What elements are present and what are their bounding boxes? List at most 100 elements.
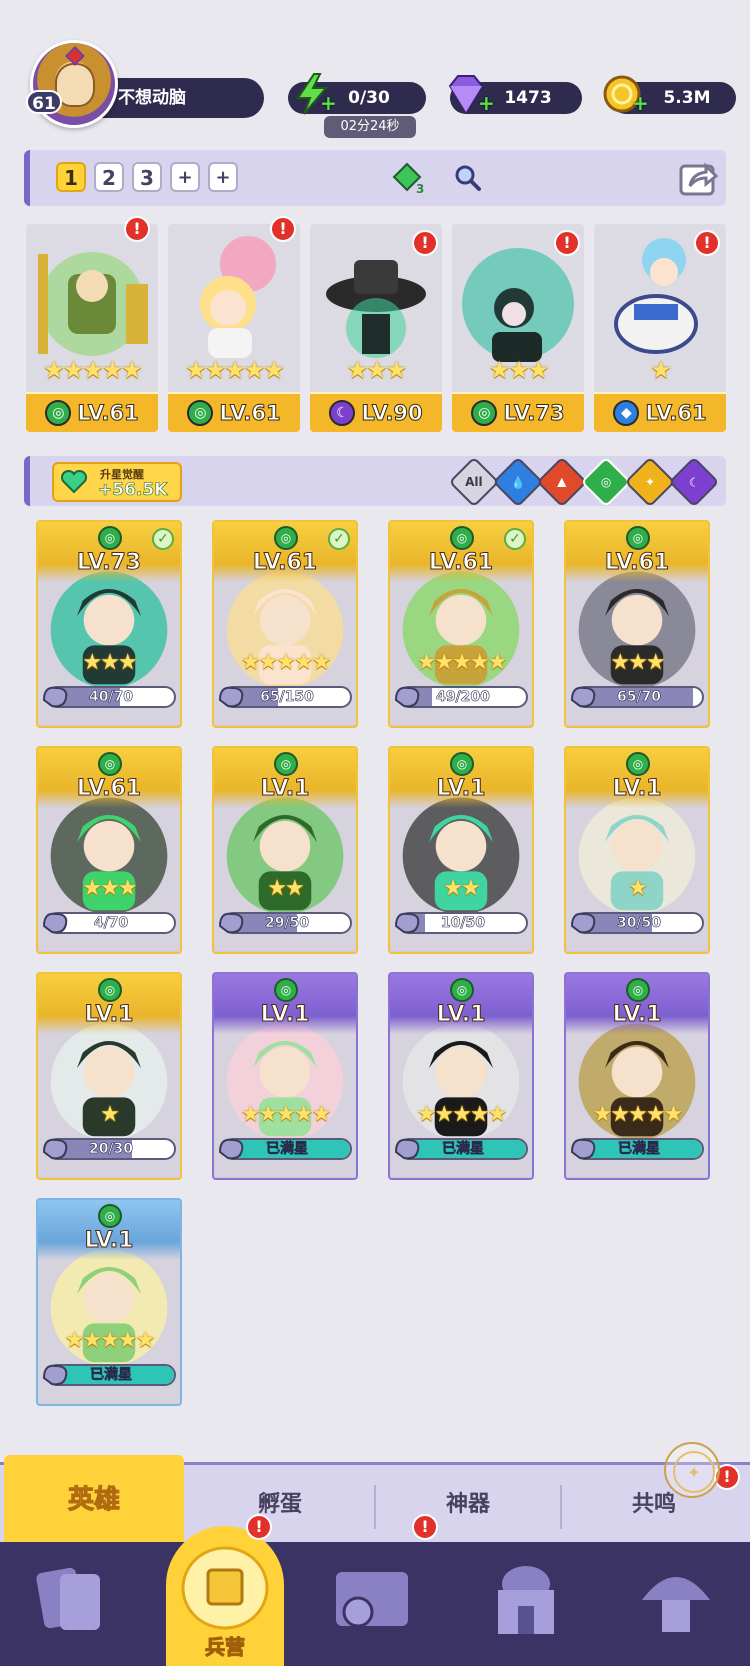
- team-slot-2[interactable]: ★★★★★ ◎ LV.61: [168, 224, 300, 432]
- checkmark-icon: ✓: [328, 528, 350, 550]
- alert-badge-icon: !: [412, 230, 438, 256]
- team-tab-1[interactable]: 1: [56, 162, 86, 192]
- hero-card[interactable]: ◎ LV.1 ★★ 10/50: [388, 746, 534, 954]
- shard-icon: [42, 1364, 68, 1386]
- cards-icon[interactable]: [30, 1560, 114, 1640]
- hero-card[interactable]: ◎ LV.1 ★★★★★ 已满星: [212, 972, 358, 1180]
- hero-level: LV.1: [84, 1002, 134, 1028]
- sparkle-button[interactable]: ✦: [664, 1442, 720, 1498]
- hero-card[interactable]: ◎ LV.61 ★★★ 65/70: [564, 520, 710, 728]
- alert-badge-icon: !: [554, 230, 580, 256]
- team-tab-2[interactable]: 2: [94, 162, 124, 192]
- nature-element-icon: ◎: [626, 752, 650, 776]
- hero-card[interactable]: ◎ LV.1 ★★★★★ 已满星: [388, 972, 534, 1180]
- alert-badge-icon: !: [124, 216, 150, 242]
- nature-element-icon: ◎: [626, 978, 650, 1002]
- hero-level: LV.61: [219, 401, 281, 426]
- awaken-button[interactable]: 升星觉醒 +56.5K: [52, 462, 182, 502]
- hero-level: LV.61: [645, 401, 707, 426]
- filter-nature[interactable]: ◎: [580, 456, 632, 508]
- alert-badge-icon: !: [246, 1514, 272, 1540]
- hero-card[interactable]: ◎ LV.61 ✓ ★★★★★ 65/150: [212, 520, 358, 728]
- light-icon: ✦: [644, 475, 656, 489]
- hero-level: LV.61: [76, 776, 142, 802]
- shard-icon: [570, 912, 596, 934]
- hero-stars: ★★★★★: [240, 1102, 332, 1127]
- team-slot-footer: ◎ LV.61: [26, 392, 158, 432]
- filter-fire[interactable]: ▲: [536, 456, 588, 508]
- tab-divider: [560, 1485, 562, 1529]
- hero-card[interactable]: ◎ LV.1 ★★ 29/50: [212, 746, 358, 954]
- hero-level: LV.1: [260, 776, 310, 802]
- player-name[interactable]: 不想动脑: [96, 78, 264, 118]
- hero-card[interactable]: ◎ LV.61 ★★★ 4/70: [36, 746, 182, 954]
- hero-stars: ★★★★★: [43, 356, 143, 384]
- team-slot-footer: ◆ LV.61: [594, 392, 726, 432]
- team-tab-3[interactable]: 3: [132, 162, 162, 192]
- hero-card[interactable]: ◎ LV.1 ★★★★★ 已满星: [36, 1198, 182, 1406]
- hero-stars: ★★★★★: [185, 356, 285, 384]
- hero-stars: ★★★: [82, 650, 137, 675]
- tab-heroes[interactable]: 英雄: [4, 1455, 184, 1549]
- hero-stars: ★: [100, 1102, 120, 1127]
- energy-plus-icon[interactable]: +: [320, 93, 337, 113]
- hero-card[interactable]: ◎ LV.73 ✓ ★★★ 40/70: [36, 520, 182, 728]
- gold-plus-icon[interactable]: +: [632, 93, 649, 113]
- hero-level: LV.1: [84, 1228, 134, 1254]
- hero-stars: ★★★★★: [64, 1328, 156, 1353]
- hero-level: LV.73: [503, 401, 565, 426]
- hero-card[interactable]: ◎ LV.1 ★ 20/30: [36, 972, 182, 1180]
- nature-element-icon: ◎: [274, 526, 298, 550]
- energy-timer: 02分24秒: [324, 116, 416, 138]
- team-tab-add-2[interactable]: +: [208, 162, 238, 192]
- shard-icon: [570, 686, 596, 708]
- share-icon[interactable]: [678, 158, 720, 198]
- filter-bar: 升星觉醒 +56.5K All 💧 ▲ ◎ ✦ ☾: [24, 456, 726, 508]
- shard-icon: [42, 1138, 68, 1160]
- magnify-icon[interactable]: [452, 162, 482, 192]
- nature-icon: ◎: [600, 474, 612, 489]
- filter-light[interactable]: ✦: [624, 456, 676, 508]
- nature-element-icon: ◎: [98, 526, 122, 550]
- hero-card[interactable]: ◎ LV.61 ✓ ★★★★★ 49/200: [388, 520, 534, 728]
- shard-icon: [394, 1138, 420, 1160]
- shard-icon: [42, 912, 68, 934]
- checkmark-icon: ✓: [152, 528, 174, 550]
- hero-level: LV.1: [612, 776, 662, 802]
- hero-stars: ★★: [267, 876, 304, 901]
- team-slot-1[interactable]: ★★★★★ ◎ LV.61: [26, 224, 158, 432]
- filter-dark[interactable]: ☾: [668, 456, 720, 508]
- dark-element-icon: ☾: [329, 400, 356, 426]
- nav-barracks[interactable]: 兵营: [166, 1526, 284, 1666]
- alert-badge-icon: !: [412, 1514, 438, 1540]
- hero-stars: ★★: [443, 876, 480, 901]
- nature-element-icon: ◎: [98, 1204, 122, 1228]
- spellbook-icon[interactable]: [330, 1560, 414, 1640]
- team-tab-add-1[interactable]: +: [170, 162, 200, 192]
- shard-icon: [42, 686, 68, 708]
- filter-all[interactable]: All: [448, 456, 500, 508]
- hero-stars: ★★★: [488, 356, 550, 384]
- fire-icon: ▲: [557, 474, 567, 489]
- sparkle-icon: ✦: [673, 1451, 715, 1493]
- temple-icon[interactable]: [484, 1560, 568, 1640]
- nature-element-icon: ◎: [274, 978, 298, 1002]
- hero-card[interactable]: ◎ LV.1 ★ 30/50: [564, 746, 710, 954]
- hero-level: LV.1: [436, 776, 486, 802]
- shard-icon: [218, 686, 244, 708]
- gem-plus-icon[interactable]: +: [478, 93, 495, 113]
- hero-stars: ★★★★★: [416, 1102, 508, 1127]
- nature-element-icon: ◎: [626, 526, 650, 550]
- nav-barracks-label: 兵营: [205, 1635, 246, 1660]
- shard-icon: [570, 1138, 596, 1160]
- team-slot-footer: ☾ LV.90: [310, 392, 442, 432]
- heart-icon: [60, 470, 88, 494]
- hero-level: LV.61: [428, 550, 494, 576]
- filter-water[interactable]: 💧: [492, 456, 544, 508]
- hero-stars: ★: [650, 356, 672, 384]
- nature-element-icon: ◎: [471, 400, 498, 426]
- hero-card[interactable]: ◎ LV.1 ★★★★★ 已满星: [564, 972, 710, 1180]
- tab-artifacts[interactable]: 神器: [378, 1465, 558, 1545]
- team-slot-footer: ◎ LV.73: [452, 392, 584, 432]
- mushroom-house-icon[interactable]: [634, 1560, 718, 1640]
